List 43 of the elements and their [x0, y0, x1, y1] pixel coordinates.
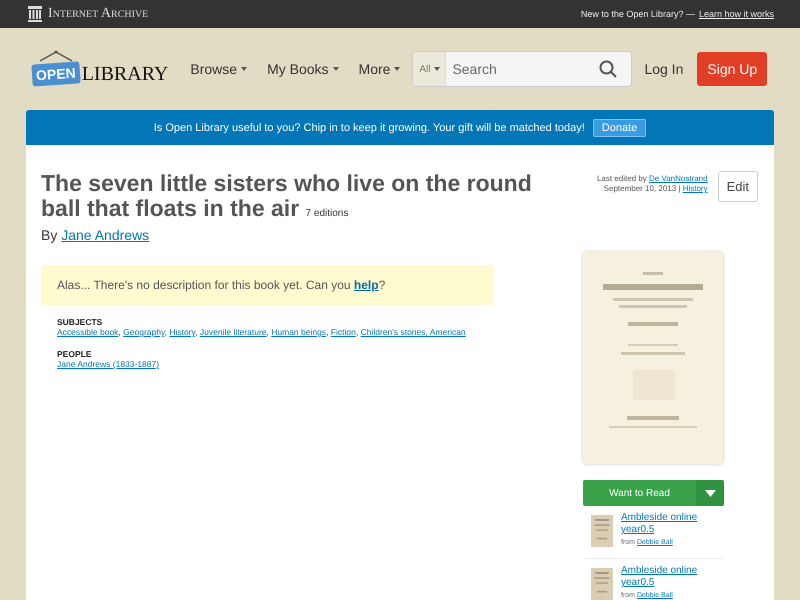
- subject-link[interactable]: History: [169, 327, 196, 337]
- subject-link[interactable]: Fiction: [330, 327, 356, 337]
- subjects-heading: SUBJECTS: [57, 317, 104, 327]
- nav-menu[interactable]: My Books: [259, 57, 347, 81]
- learn-how-link[interactable]: Learn how it works: [698, 9, 774, 19]
- edit-button[interactable]: Edit: [718, 171, 758, 202]
- subject-link[interactable]: Children's stories, American: [360, 327, 466, 337]
- nav-menu[interactable]: Browse: [182, 57, 256, 81]
- want-to-read-button[interactable]: Want to Read: [583, 480, 696, 506]
- list-title-link[interactable]: Ambleside online year0.5: [621, 565, 716, 589]
- author-line: By Jane Andrews: [41, 227, 150, 243]
- people-heading: PEOPLE: [57, 349, 92, 359]
- subject-link[interactable]: Accessible book: [57, 327, 118, 337]
- book-title: The seven little sisters who live on the round ball that floats in the air 7 editions: [41, 171, 533, 223]
- subject-link[interactable]: Human beings: [271, 327, 326, 337]
- caret-icon: [704, 490, 716, 496]
- help-link[interactable]: help: [354, 278, 379, 292]
- subject-list: Accessible book, Geography, History, Juvenile literature, Human beings, Fiction, Children's stories, American: [57, 327, 561, 337]
- nav-menu[interactable]: More: [350, 57, 408, 81]
- no-description-notice: Alas... There's no description for this book yet. Can you help?: [41, 265, 493, 305]
- open-library-logo[interactable]: OPEN LIBRARY: [30, 50, 170, 88]
- subject-link[interactable]: Geography: [123, 327, 165, 337]
- sign-up-button[interactable]: Sign Up: [697, 52, 768, 86]
- editions-link[interactable]: 7 editions: [306, 208, 348, 219]
- author-link[interactable]: Jane Andrews: [61, 227, 150, 243]
- new-user-prompt: New to the Open Library? —: [580, 9, 695, 19]
- archive-building-icon: [28, 6, 42, 22]
- history-link[interactable]: History: [682, 184, 708, 193]
- donate-button[interactable]: Donate: [592, 118, 646, 136]
- want-to-read-dropdown[interactable]: [696, 480, 724, 506]
- search-bar[interactable]: All Search: [412, 51, 632, 87]
- search-scope-dropdown[interactable]: All: [413, 52, 446, 86]
- last-edited-line: Last edited by De VanNostrand: [596, 174, 708, 184]
- editor-link[interactable]: De VanNostrand: [649, 174, 708, 183]
- edit-date-line: September 10, 2013 | History: [602, 184, 708, 194]
- internet-archive-link[interactable]: Internet Archive: [48, 6, 148, 22]
- subject-link[interactable]: Juvenile literature: [200, 327, 267, 337]
- list-title-link[interactable]: Ambleside online year0.5: [621, 512, 716, 536]
- person-link[interactable]: Jane Andrews (1833-1887): [57, 359, 160, 369]
- log-in-link[interactable]: Log In: [644, 61, 684, 77]
- search-icon[interactable]: [599, 60, 618, 78]
- search-field[interactable]: Search: [446, 61, 600, 77]
- donation-message: Is Open Library useful to you? Chip in to keep it growing. Your gift will be matched today!: [154, 122, 585, 134]
